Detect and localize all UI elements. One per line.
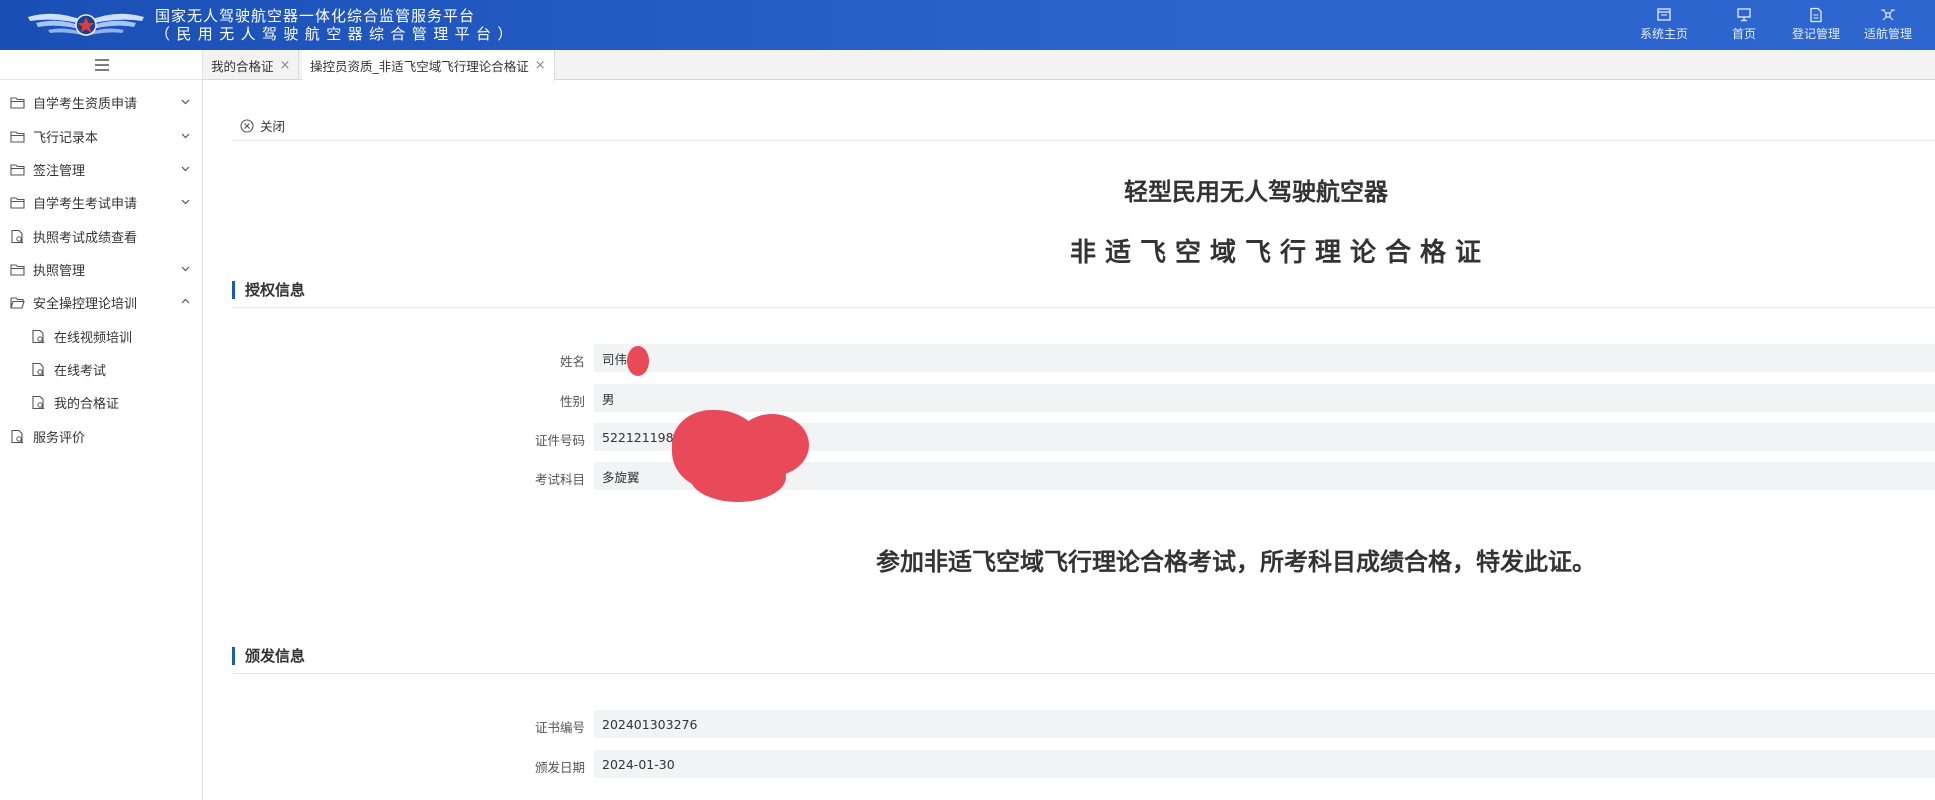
sidebar-item-label: 自学考生考试申请 xyxy=(33,197,138,212)
section-issuance: 颁发信息 xyxy=(232,645,305,666)
tab-bar: 我的合格证 × 操控员资质_非适飞空域飞行理论合格证 × xyxy=(203,50,1935,81)
monitor-icon xyxy=(1737,8,1751,22)
issue-date-label: 颁发日期 xyxy=(534,760,585,775)
folder-open-icon xyxy=(10,297,25,309)
sidebar-item-online-video[interactable]: 在线视频培训 xyxy=(0,320,203,353)
name-label: 姓名 xyxy=(559,354,585,369)
chevron-down-icon xyxy=(181,266,190,272)
certificate-number-field: 202401303276 xyxy=(594,710,1935,738)
drone-icon xyxy=(1881,9,1895,21)
section-marker xyxy=(232,280,235,299)
folder-icon xyxy=(10,164,25,176)
chevron-down-icon xyxy=(181,199,190,205)
id-number-value: 522121198 xyxy=(602,429,674,445)
divider xyxy=(232,673,1935,674)
gender-value: 男 xyxy=(602,391,615,407)
sidebar-item-label: 执照考试成绩查看 xyxy=(33,231,138,246)
nav-system-home-label: 系统主页 xyxy=(1639,27,1688,41)
sidebar-item-label: 在线视频培训 xyxy=(54,331,133,346)
chevron-down-icon xyxy=(181,99,190,105)
close-icon[interactable]: × xyxy=(280,58,291,73)
sidebar-item-service-rating[interactable]: 服务评价 xyxy=(0,420,203,453)
section-title: 授权信息 xyxy=(245,281,306,299)
file-search-icon xyxy=(32,395,45,410)
sidebar-item-label: 服务评价 xyxy=(33,431,86,446)
name-field: 司伟 xyxy=(594,344,1935,372)
nav-registration-label: 登记管理 xyxy=(1791,27,1840,41)
sidebar-item-online-exam[interactable]: 在线考试 xyxy=(0,353,203,386)
issue-date-field: 2024-01-30 xyxy=(594,750,1935,778)
close-icon[interactable]: × xyxy=(535,58,546,73)
exam-subject-value: 多旋翼 xyxy=(602,469,640,485)
close-circle-icon xyxy=(240,118,254,133)
folder-icon xyxy=(10,264,25,276)
nav-registration[interactable]: 登记管理 xyxy=(1776,0,1856,50)
platform-subtitle: （民用无人驾驶航空器综合管理平台） xyxy=(155,25,519,43)
sidebar-item-license-management[interactable]: 执照管理 xyxy=(0,253,203,286)
redaction-mark xyxy=(690,452,786,502)
menu-toggle-button[interactable] xyxy=(0,50,203,80)
folder-icon xyxy=(10,97,25,109)
divider xyxy=(232,307,1935,308)
file-search-icon xyxy=(11,429,24,444)
system-home-icon xyxy=(1657,8,1671,21)
issue-date-value: 2024-01-30 xyxy=(602,756,675,772)
tab-label: 操控员资质_非适飞空域飞行理论合格证 xyxy=(310,59,529,74)
file-search-icon xyxy=(32,329,45,344)
file-search-icon xyxy=(32,362,45,377)
sidebar-item-safety-training[interactable]: 安全操控理论培训 xyxy=(0,286,203,319)
nav-system-home[interactable]: 系统主页 xyxy=(1624,0,1704,50)
close-button[interactable]: 关闭 xyxy=(240,116,285,135)
gender-field: 男 xyxy=(594,384,1935,412)
sidebar-item-self-study-qualification[interactable]: 自学考生资质申请 xyxy=(0,86,203,119)
sidebar-item-label: 自学考生资质申请 xyxy=(33,97,138,112)
sidebar-item-endorsement[interactable]: 签注管理 xyxy=(0,153,203,186)
folder-icon xyxy=(10,131,25,143)
sidebar-item-label: 执照管理 xyxy=(33,264,86,279)
name-value: 司伟 xyxy=(602,351,628,367)
sidebar-item-label: 签注管理 xyxy=(33,164,86,179)
sidebar-item-label: 在线考试 xyxy=(54,364,107,379)
sidebar-item-label: 飞行记录本 xyxy=(33,131,99,146)
id-number-label: 证件号码 xyxy=(534,433,585,448)
close-button-label: 关闭 xyxy=(260,119,286,134)
exam-subject-label: 考试科目 xyxy=(534,472,585,487)
tab-my-certificate[interactable]: 我的合格证 × xyxy=(203,50,300,80)
certificate-number-value: 202401303276 xyxy=(602,716,698,732)
certificate-subtitle: 非适飞空域飞行理论合格证 xyxy=(1070,238,1491,268)
certificate-statement: 参加非适飞空域飞行理论合格考试，所考科目成绩合格，特发此证。 xyxy=(876,548,1596,576)
sidebar-item-my-certificate[interactable]: 我的合格证 xyxy=(0,386,203,419)
document-edit-icon xyxy=(1810,7,1822,23)
folder-icon xyxy=(10,197,25,209)
file-search-icon xyxy=(11,229,24,244)
redaction-mark xyxy=(627,346,649,376)
certificate-number-label: 证书编号 xyxy=(534,720,585,735)
nav-home-label: 首页 xyxy=(1731,27,1756,41)
section-title: 颁发信息 xyxy=(245,647,306,665)
nav-home[interactable]: 首页 xyxy=(1704,0,1784,50)
sidebar-item-flight-log[interactable]: 飞行记录本 xyxy=(0,120,203,153)
top-header: 国家无人驾驶航空器一体化综合监管服务平台 （民用无人驾驶航空器综合管理平台） 系… xyxy=(0,0,1935,50)
divider xyxy=(232,140,1935,141)
nav-airworthiness[interactable]: 适航管理 xyxy=(1848,0,1928,50)
sidebar-item-exam-scores[interactable]: 执照考试成绩查看 xyxy=(0,220,203,253)
tab-operator-certificate[interactable]: 操控员资质_非适飞空域飞行理论合格证 × xyxy=(302,50,555,81)
tab-label: 我的合格证 xyxy=(211,58,274,74)
caac-logo-icon xyxy=(28,13,144,36)
sidebar: 自学考生资质申请 飞行记录本 签注管理 自学考生考试申请 执照考试成绩查看 执照… xyxy=(0,50,203,800)
sidebar-item-self-study-exam[interactable]: 自学考生考试申请 xyxy=(0,186,203,219)
chevron-down-icon xyxy=(181,133,190,139)
section-authorization: 授权信息 xyxy=(232,279,305,300)
nav-airworthiness-label: 适航管理 xyxy=(1863,27,1912,41)
sidebar-item-label: 我的合格证 xyxy=(54,397,120,412)
gender-label: 性别 xyxy=(559,394,585,409)
certificate-title: 轻型民用无人驾驶航空器 xyxy=(1124,178,1388,206)
chevron-down-icon xyxy=(181,166,190,172)
section-marker xyxy=(232,646,235,665)
sidebar-item-label: 安全操控理论培训 xyxy=(33,297,138,312)
chevron-up-icon xyxy=(181,298,190,304)
hamburger-icon xyxy=(94,58,109,71)
